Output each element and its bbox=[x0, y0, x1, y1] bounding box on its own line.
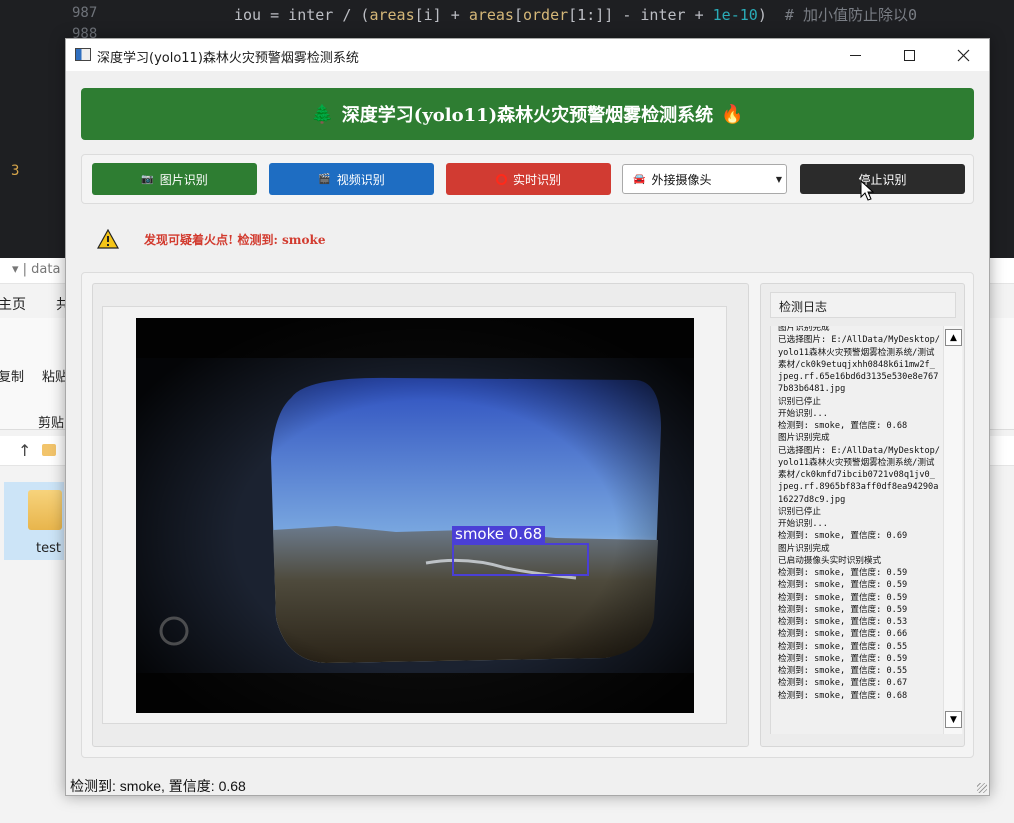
folder-icon bbox=[42, 444, 56, 456]
code-token: ) bbox=[757, 6, 785, 24]
log-line: 检测到: smoke, 置信度: 0.69 bbox=[778, 531, 908, 542]
log-lines: 图片识别完成 已选择图片: E:/AllData/MyDesktop/yolo11… bbox=[778, 326, 940, 702]
code-comment: # 加小值防止除以0 bbox=[784, 6, 917, 24]
log-line: 识别已停止 bbox=[778, 396, 821, 407]
detection-bounding-box bbox=[452, 543, 589, 576]
video-recognition-label: 视频识别 bbox=[336, 172, 385, 187]
alert-bar: 发现可疑着火点! 检测到: smoke bbox=[81, 219, 974, 259]
alert-message: 发现可疑着火点! 检测到: smoke bbox=[144, 233, 326, 247]
resize-grip-icon[interactable] bbox=[977, 783, 987, 793]
log-line: 已启动摄像头实时识别模式 bbox=[778, 555, 882, 566]
app-icon bbox=[75, 48, 91, 61]
window-title: 深度学习(yolo11)森林火灾预警烟雾检测系统 bbox=[97, 51, 359, 66]
camera-select[interactable]: 🚘 外接摄像头 ▼ bbox=[622, 164, 787, 194]
log-scrollbar[interactable]: ▲ ▼ bbox=[943, 326, 962, 734]
code-token: areas bbox=[468, 6, 514, 24]
maximize-button[interactable] bbox=[886, 39, 932, 71]
mouse-cursor-icon bbox=[860, 180, 874, 201]
log-line: 识别已停止 bbox=[778, 506, 821, 517]
banner-title: 深度学习(yolo11)森林火灾预警烟雾检测系统 bbox=[341, 105, 714, 126]
log-line: 检测到: smoke, 置信度: 0.67 bbox=[778, 678, 908, 689]
code-token: [1:]] - inter + bbox=[568, 6, 713, 24]
maximize-icon bbox=[903, 49, 915, 61]
log-line: 已选择图片: E:/AllData/MyDesktop/yolo11森林火灾预警… bbox=[778, 335, 940, 395]
log-line: 检测到: smoke, 置信度: 0.53 bbox=[778, 617, 908, 627]
car-icon: 🚘 bbox=[633, 173, 646, 185]
code-token: iou = inter / ( bbox=[234, 6, 370, 24]
status-text: 检测到: smoke, 置信度: 0.68 bbox=[70, 778, 246, 794]
folder-icon bbox=[28, 490, 62, 530]
tree-icon: 🌲 bbox=[311, 103, 334, 125]
code-token: order bbox=[523, 6, 569, 24]
log-line: 检测到: smoke, 置信度: 0.68 bbox=[778, 421, 908, 431]
explorer-copy-button[interactable]: 复制 bbox=[0, 366, 24, 385]
up-arrow-icon[interactable]: ↑ bbox=[18, 441, 31, 460]
video-panel: smoke 0.68 bbox=[92, 283, 749, 747]
image-recognition-button[interactable]: 📷 图片识别 bbox=[92, 163, 257, 195]
minimize-button[interactable] bbox=[832, 39, 878, 71]
log-line: 检测到: smoke, 置信度: 0.55 bbox=[778, 666, 908, 676]
app-window: 深度学习(yolo11)森林火灾预警烟雾检测系统 🌲 深度学习(yolo11)森… bbox=[65, 38, 990, 796]
header-banner: 🌲 深度学习(yolo11)森林火灾预警烟雾检测系统 🔥 bbox=[81, 88, 974, 140]
realtime-recognition-button[interactable]: 实时识别 bbox=[446, 163, 611, 195]
camera-select-value: 外接摄像头 bbox=[651, 172, 712, 187]
video-recognition-button[interactable]: 🎬 视频识别 bbox=[269, 163, 434, 195]
log-line: 图片识别完成 bbox=[778, 543, 830, 554]
close-button[interactable] bbox=[940, 39, 986, 71]
folder-label: test bbox=[36, 541, 61, 556]
image-recognition-label: 图片识别 bbox=[159, 172, 208, 187]
camera-feed: smoke 0.68 bbox=[136, 318, 694, 713]
explorer-tab-home[interactable]: 主页 bbox=[0, 294, 26, 314]
window-titlebar[interactable]: 深度学习(yolo11)森林火灾预警烟雾检测系统 bbox=[66, 39, 989, 71]
log-line: 检测到: smoke, 置信度: 0.59 bbox=[778, 568, 908, 578]
fire-icon: 🔥 bbox=[721, 103, 744, 125]
log-line: 开始识别... bbox=[778, 519, 828, 529]
log-line: 开始识别... bbox=[778, 408, 828, 419]
log-panel: 检测日志 图片识别完成 已选择图片: E:/AllData/MyDesktop/y… bbox=[760, 283, 965, 747]
camera-feed-image bbox=[136, 318, 694, 713]
line-number: 987 bbox=[72, 5, 98, 21]
content-area: smoke 0.68 检测日志 图片识别完成 已选择图片: E:/AllData/… bbox=[81, 272, 974, 758]
log-textbox[interactable]: 图片识别完成 已选择图片: E:/AllData/MyDesktop/yolo11… bbox=[770, 326, 963, 734]
status-bar: 检测到: smoke, 置信度: 0.68 bbox=[66, 774, 989, 795]
close-icon bbox=[957, 49, 969, 61]
scroll-down-arrow-icon[interactable]: ▼ bbox=[945, 711, 962, 728]
video-container: smoke 0.68 bbox=[102, 306, 727, 724]
code-token: areas bbox=[369, 6, 415, 24]
log-line: 检测到: smoke, 置信度: 0.59 bbox=[778, 604, 908, 615]
line-number: 3 bbox=[11, 163, 20, 179]
stop-recognition-button[interactable]: 停止识别 bbox=[800, 164, 965, 194]
code-token: [i] + bbox=[414, 6, 469, 24]
scroll-up-arrow-icon[interactable]: ▲ bbox=[945, 329, 962, 346]
explorer-title: ▾ | data bbox=[12, 262, 61, 277]
log-line: 检测到: smoke, 置信度: 0.59 bbox=[778, 580, 908, 591]
record-icon bbox=[495, 173, 507, 185]
log-line: 检测到: smoke, 置信度: 0.68 bbox=[778, 690, 908, 701]
code-line: iou = inter / (areas[i] + areas[order[1:… bbox=[234, 4, 917, 25]
log-line: 检测到: smoke, 置信度: 0.59 bbox=[778, 653, 908, 664]
code-token: 1e-10 bbox=[712, 6, 758, 24]
explorer-clipboard-group: 剪贴 bbox=[38, 416, 65, 431]
log-line: 检测到: smoke, 置信度: 0.59 bbox=[778, 592, 908, 603]
log-line: 检测到: smoke, 置信度: 0.66 bbox=[778, 629, 908, 640]
camera-icon: 📷 bbox=[141, 173, 154, 185]
control-bar: 📷 图片识别 🎬 视频识别 实时识别 🚘 外接摄像头 ▼ 停止识别 bbox=[81, 154, 974, 204]
realtime-recognition-label: 实时识别 bbox=[512, 172, 561, 187]
clapper-icon: 🎬 bbox=[318, 173, 331, 185]
log-line: 图片识别完成 bbox=[778, 326, 830, 333]
code-token: [ bbox=[513, 6, 523, 24]
minimize-icon bbox=[849, 54, 861, 56]
log-line: 已选择图片: E:/AllData/MyDesktop/yolo11森林火灾预警… bbox=[778, 445, 940, 505]
log-line: 检测到: smoke, 置信度: 0.55 bbox=[778, 641, 908, 652]
log-title: 检测日志 bbox=[770, 292, 956, 318]
detection-label: smoke 0.68 bbox=[452, 526, 546, 543]
warning-icon bbox=[97, 229, 119, 249]
log-line: 图片识别完成 bbox=[778, 433, 830, 444]
dropdown-arrow-icon: ▼ bbox=[775, 175, 782, 184]
editor-gutter bbox=[0, 0, 60, 262]
